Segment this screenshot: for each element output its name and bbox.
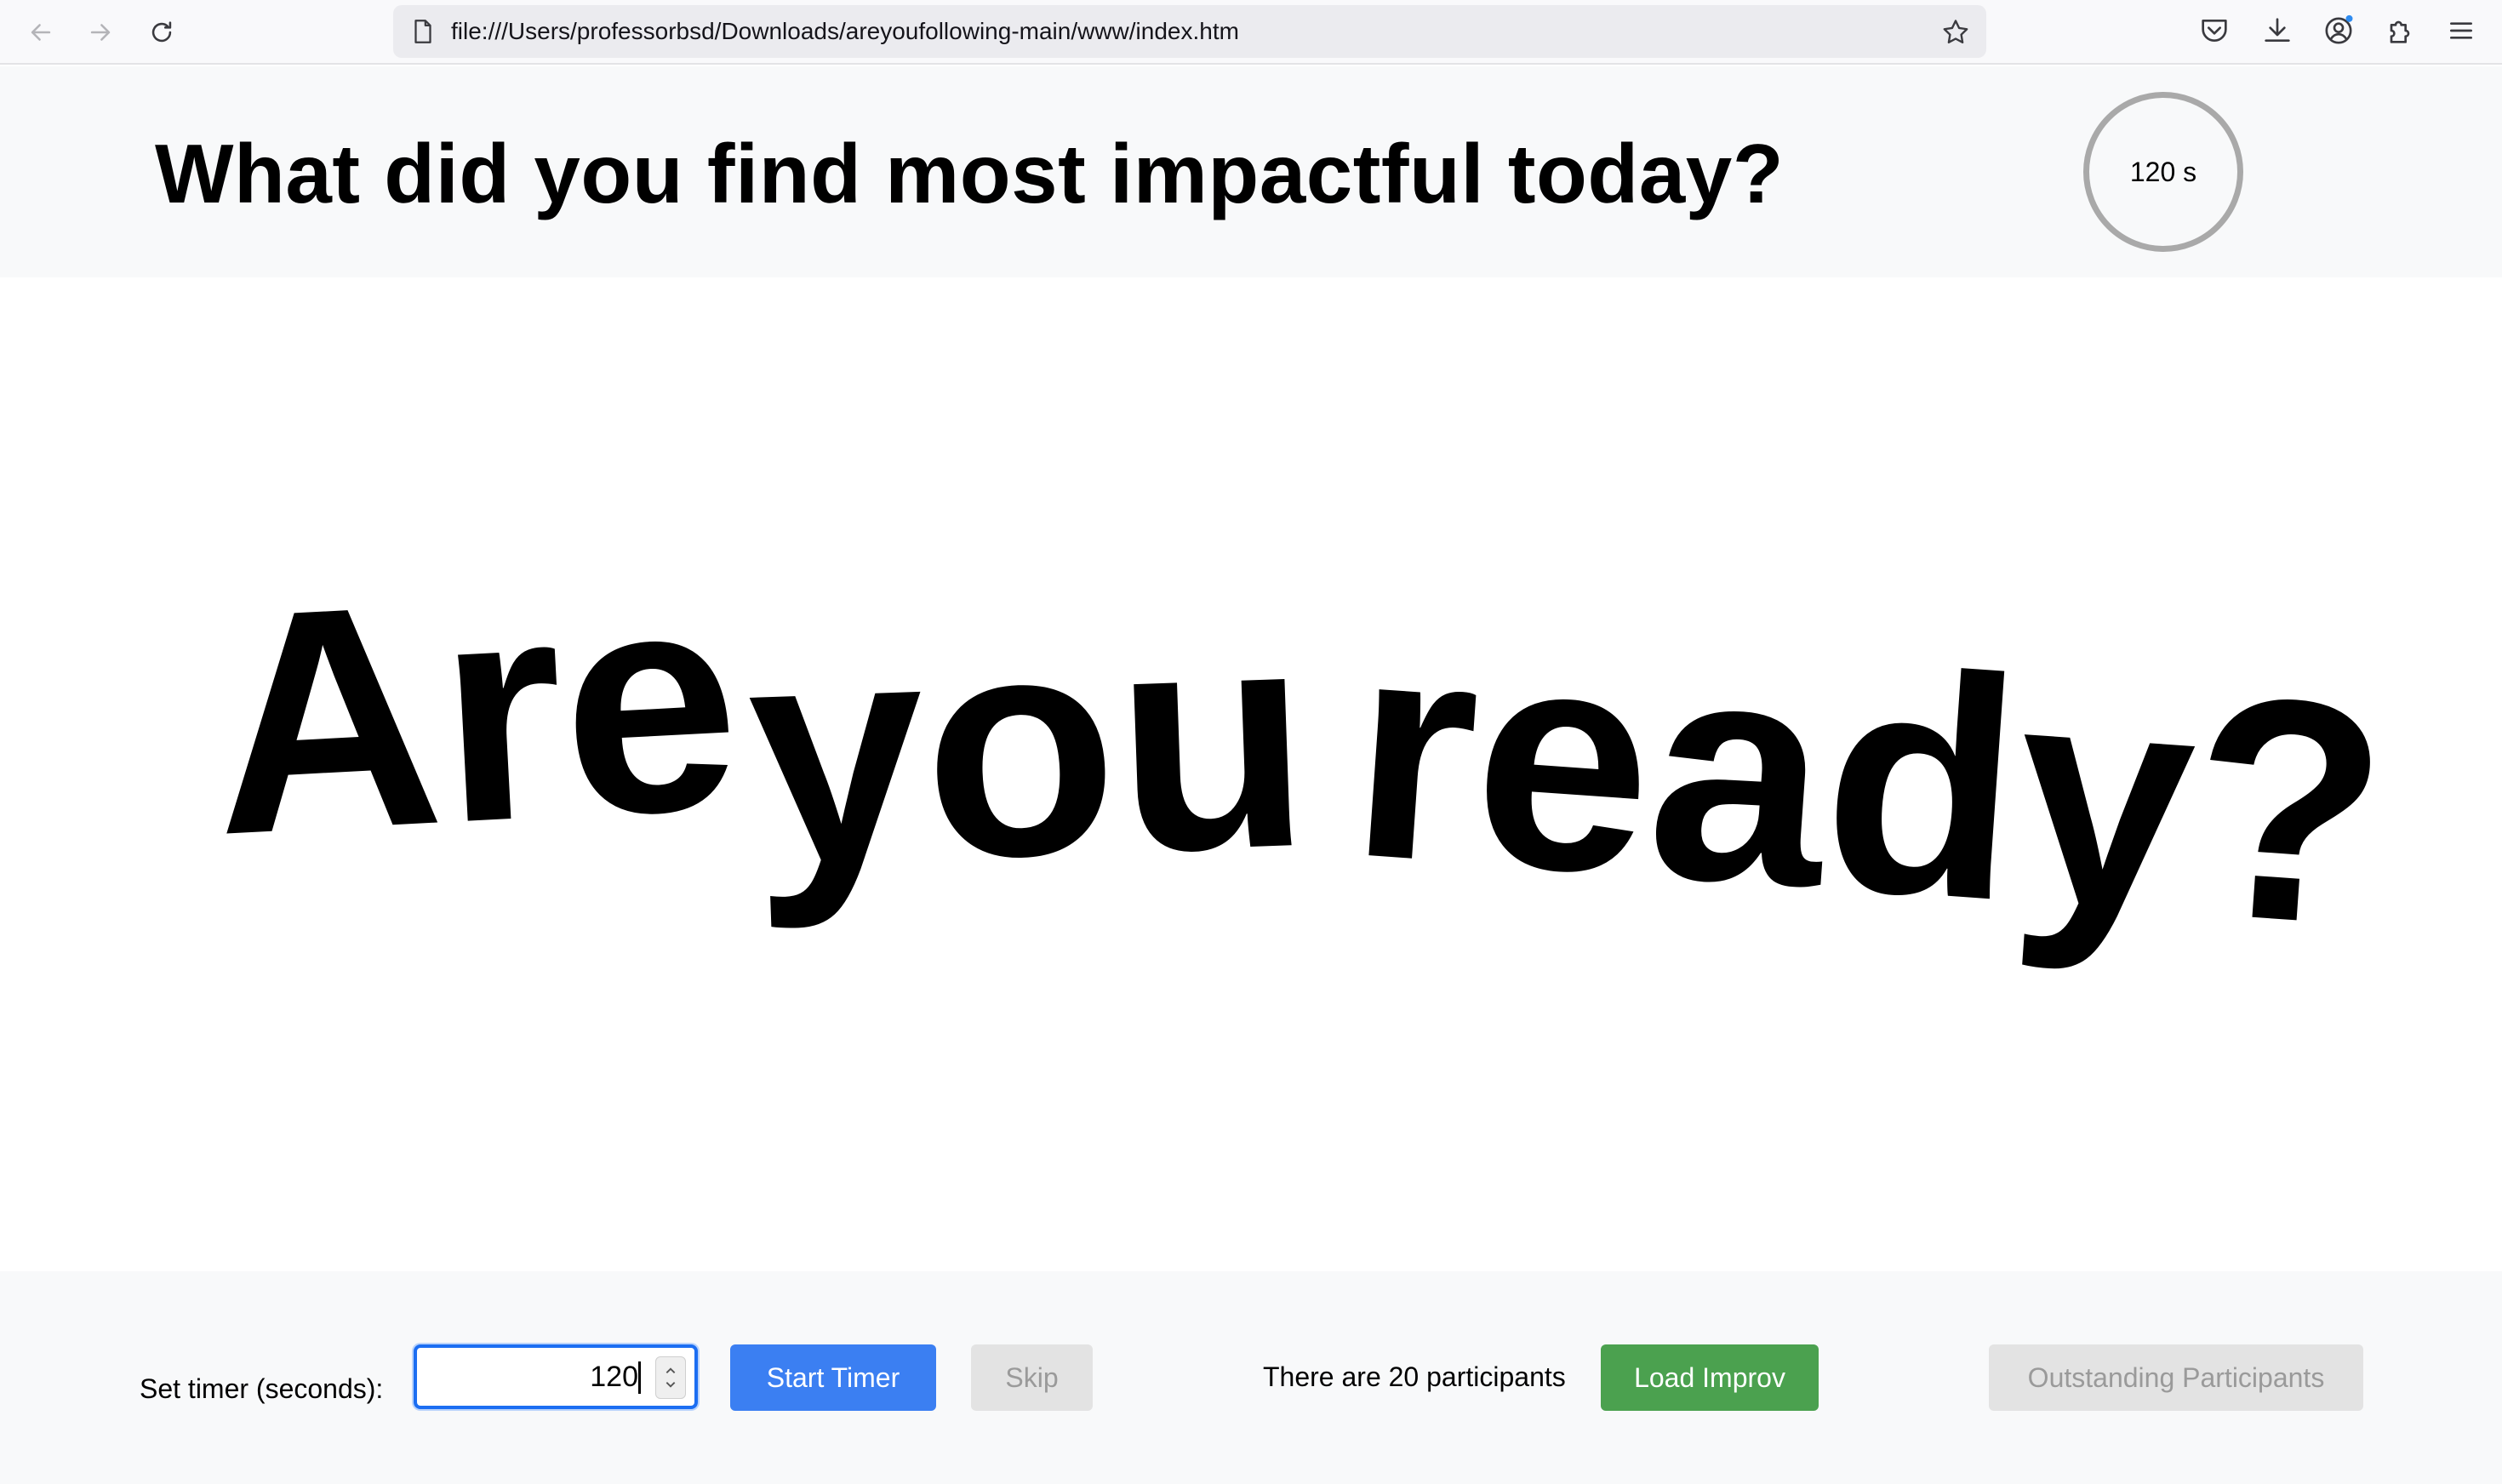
forward-arrow-icon[interactable] xyxy=(80,12,121,53)
outstanding-participants-button[interactable]: Outstanding Participants xyxy=(1989,1344,2363,1411)
participants-count: There are 20 participants xyxy=(1263,1361,1566,1392)
address-bar[interactable]: file:///Users/professorbsd/Downloads/are… xyxy=(393,5,1986,58)
stage-word: you xyxy=(742,560,1315,932)
word-stage: Are you ready? xyxy=(0,277,2502,1338)
timer-seconds-input[interactable] xyxy=(417,1348,638,1406)
skip-button[interactable]: Skip xyxy=(971,1344,1093,1411)
page-icon xyxy=(414,20,431,43)
question-title: What did you find most impactful today? xyxy=(155,127,1785,220)
start-timer-button[interactable]: Start Timer xyxy=(730,1344,936,1411)
back-arrow-icon[interactable] xyxy=(20,12,61,53)
timer-circle: 120 s xyxy=(2083,92,2243,252)
browser-toolbar: file:///Users/professorbsd/Downloads/are… xyxy=(0,0,2502,65)
timer-display: 120 s xyxy=(2129,156,2197,187)
extensions-icon[interactable] xyxy=(2383,14,2417,48)
text-caret xyxy=(638,1361,641,1394)
download-icon[interactable] xyxy=(2260,14,2294,48)
bookmark-star-icon[interactable] xyxy=(1940,17,1971,48)
url-text[interactable]: file:///Users/professorbsd/Downloads/are… xyxy=(451,5,1239,58)
timer-label: Set timer (seconds): xyxy=(140,1373,384,1404)
page: What did you find most impactful today? … xyxy=(0,66,2502,1484)
stepper-down-icon[interactable] xyxy=(665,1378,677,1390)
load-improv-button[interactable]: Load Improv xyxy=(1601,1344,1819,1411)
menu-icon[interactable] xyxy=(2444,14,2478,48)
account-icon[interactable] xyxy=(2322,14,2356,48)
timer-input-wrapper[interactable] xyxy=(414,1344,698,1409)
reload-icon[interactable] xyxy=(141,12,182,53)
pocket-icon[interactable] xyxy=(2197,14,2231,48)
stepper-up-icon[interactable] xyxy=(665,1365,677,1377)
stage-word: ready? xyxy=(1342,570,2397,993)
stage-word: Are xyxy=(203,522,747,901)
header: What did you find most impactful today? … xyxy=(0,66,2502,277)
number-stepper[interactable] xyxy=(655,1356,686,1399)
